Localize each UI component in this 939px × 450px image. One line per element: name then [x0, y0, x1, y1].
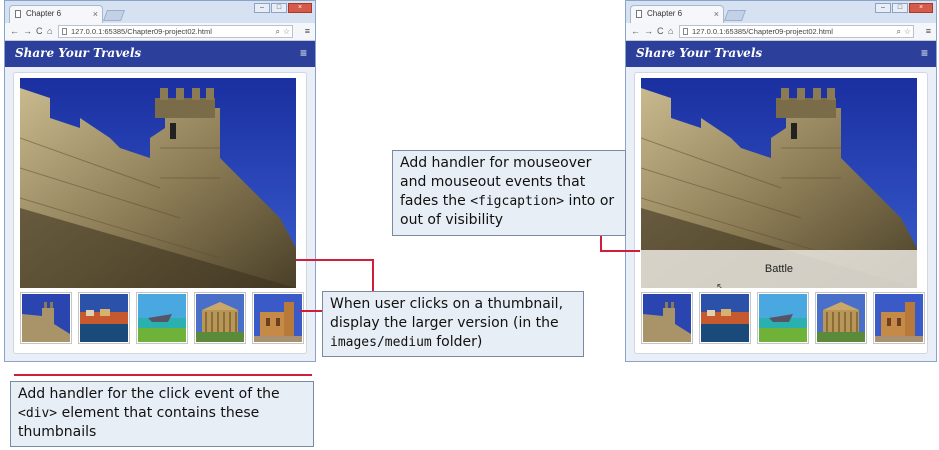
callout-mouseover-tag: <figcaption>	[470, 194, 565, 209]
callout-mouseover: Add handler for mouseover and mouseout e…	[392, 150, 626, 236]
right-browser-window: Chapter 6 × – □ × ← → C ⌂ 127.0.0.1:6538…	[625, 0, 937, 362]
thumbnail-church[interactable]	[252, 292, 304, 344]
featured-photo	[20, 78, 296, 288]
tab-close-icon[interactable]: ×	[714, 6, 719, 22]
reload-icon[interactable]: C	[657, 25, 664, 38]
hamburger-menu-icon[interactable]: ≡	[921, 46, 928, 60]
shipwreck-thumbnail-image	[759, 294, 807, 342]
site-brand[interactable]: Share Your Travels	[636, 46, 762, 60]
page-content	[5, 67, 315, 361]
callout-thumbnail-click: When user clicks on a thumbnail, display…	[322, 291, 584, 357]
address-bar[interactable]: 127.0.0.1:65385/Chapter09-project02.html…	[679, 25, 914, 38]
callout-div-tag: <div>	[18, 406, 58, 421]
thumbnail-strip[interactable]	[637, 292, 925, 346]
connector-thumbnail	[300, 310, 322, 312]
featured-photo[interactable]: Battle ↖	[641, 78, 917, 288]
close-window-button[interactable]: ×	[288, 3, 312, 13]
search-icon[interactable]: ⌕	[276, 26, 280, 37]
figcaption: Battle ↖	[641, 250, 917, 288]
left-browser-window: Chapter 6 × – □ × ← → C ⌂ 127.0.0.1:6538…	[4, 0, 316, 362]
document-icon	[15, 10, 21, 18]
address-bar[interactable]: 127.0.0.1:65385/Chapter09-project02.html…	[58, 25, 293, 38]
minimize-button[interactable]: –	[254, 3, 270, 13]
forward-icon[interactable]: →	[644, 25, 653, 38]
back-icon[interactable]: ←	[631, 25, 640, 38]
thumbnail-strip[interactable]	[16, 292, 304, 346]
new-tab-button[interactable]	[723, 10, 747, 21]
connector-photo-horizontal	[296, 259, 374, 261]
thumbnail-harbor[interactable]	[78, 292, 130, 344]
title-bar: Chapter 6 × – □ ×	[626, 1, 936, 23]
church-thumbnail-image	[254, 294, 302, 342]
tab-title: Chapter 6	[647, 9, 683, 18]
castle-thumbnail-image	[22, 294, 70, 342]
site-navbar: Share Your Travels ≡	[626, 41, 936, 67]
minimize-button[interactable]: –	[875, 3, 891, 13]
site-navbar: Share Your Travels ≡	[5, 41, 315, 67]
callout-thumbnail-folder: images/medium	[330, 335, 432, 350]
thumbnail-castle[interactable]	[20, 292, 72, 344]
church-thumbnail-image	[875, 294, 923, 342]
search-icon[interactable]: ⌕	[897, 26, 901, 37]
browser-menu-icon[interactable]: ≡	[926, 25, 931, 38]
url-text: 127.0.0.1:65385/Chapter09-project02.html	[692, 27, 833, 36]
back-icon[interactable]: ←	[10, 25, 19, 38]
thumbnail-shipwreck[interactable]	[757, 292, 809, 344]
tab-title: Chapter 6	[26, 9, 62, 18]
document-icon	[636, 10, 642, 18]
castle-photo	[20, 78, 296, 288]
shipwreck-thumbnail-image	[138, 294, 186, 342]
browser-tab[interactable]: Chapter 6 ×	[630, 5, 724, 23]
tab-close-icon[interactable]: ×	[93, 6, 98, 22]
castle-thumbnail-image	[643, 294, 691, 342]
caption-text: Battle	[764, 263, 794, 275]
bookmark-star-icon[interactable]: ☆	[904, 26, 911, 37]
temple-thumbnail-image	[196, 294, 244, 342]
browser-toolbar: ← → C ⌂ 127.0.0.1:65385/Chapter09-projec…	[5, 23, 315, 41]
mouse-cursor-icon: ↖	[716, 282, 725, 288]
thumbnail-shipwreck[interactable]	[136, 292, 188, 344]
browser-tab[interactable]: Chapter 6 ×	[9, 5, 103, 23]
page-icon	[62, 28, 67, 35]
title-bar: Chapter 6 × – □ ×	[5, 1, 315, 23]
close-window-button[interactable]: ×	[909, 3, 933, 13]
browser-toolbar: ← → C ⌂ 127.0.0.1:65385/Chapter09-projec…	[626, 23, 936, 41]
thumbnail-harbor[interactable]	[699, 292, 751, 344]
bookmark-star-icon[interactable]: ☆	[283, 26, 290, 37]
temple-thumbnail-image	[817, 294, 865, 342]
page-content: Battle ↖	[626, 67, 936, 361]
new-tab-button[interactable]	[102, 10, 126, 21]
home-icon[interactable]: ⌂	[668, 25, 673, 38]
url-text: 127.0.0.1:65385/Chapter09-project02.html	[71, 27, 212, 36]
reload-icon[interactable]: C	[36, 25, 43, 38]
harbor-thumbnail-image	[80, 294, 128, 342]
thumbnail-church[interactable]	[873, 292, 925, 344]
gallery-panel	[13, 72, 307, 354]
callout-thumbnail-text-2: folder)	[431, 334, 483, 350]
harbor-thumbnail-image	[701, 294, 749, 342]
connector-caption-horizontal	[600, 250, 640, 252]
gallery-panel: Battle ↖	[634, 72, 928, 354]
hamburger-menu-icon[interactable]: ≡	[300, 46, 307, 60]
callout-div-text-1: Add handler for the click event of the	[18, 386, 280, 402]
site-brand[interactable]: Share Your Travels	[15, 46, 141, 60]
maximize-button[interactable]: □	[892, 3, 908, 13]
maximize-button[interactable]: □	[271, 3, 287, 13]
forward-icon[interactable]: →	[23, 25, 32, 38]
connector-div-underline	[14, 374, 312, 376]
thumbnail-temple[interactable]	[194, 292, 246, 344]
page-icon	[683, 28, 688, 35]
callout-div-click: Add handler for the click event of the <…	[10, 381, 314, 447]
home-icon[interactable]: ⌂	[47, 25, 52, 38]
browser-menu-icon[interactable]: ≡	[305, 25, 310, 38]
callout-thumbnail-text-1: When user clicks on a thumbnail, display…	[330, 296, 564, 331]
thumbnail-temple[interactable]	[815, 292, 867, 344]
thumbnail-castle[interactable]	[641, 292, 693, 344]
